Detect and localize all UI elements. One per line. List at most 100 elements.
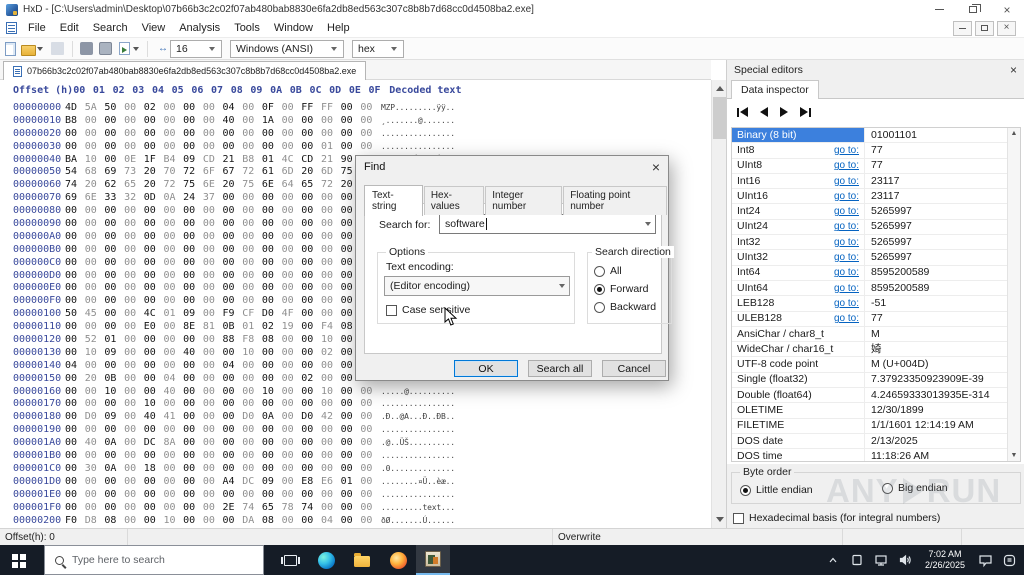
hex-byte[interactable]: 00 (203, 334, 223, 347)
hex-byte[interactable]: 00 (65, 334, 85, 347)
hex-byte[interactable]: 00 (124, 476, 144, 489)
hex-byte[interactable]: 21 (321, 154, 341, 167)
edge-button[interactable] (308, 545, 344, 575)
hex-byte[interactable]: 00 (262, 257, 282, 270)
hex-byte[interactable]: 00 (321, 244, 341, 257)
hex-byte[interactable]: 00 (144, 141, 164, 154)
hex-byte[interactable]: FF (321, 102, 341, 115)
hex-vertical-scrollbar[interactable] (711, 80, 726, 528)
hex-byte[interactable]: 20 (223, 179, 243, 192)
hex-byte[interactable]: 00 (85, 128, 105, 141)
hex-byte[interactable]: 00 (163, 360, 183, 373)
hex-byte[interactable]: 10 (85, 347, 105, 360)
hex-byte[interactable]: 00 (262, 205, 282, 218)
hex-byte[interactable]: 00 (85, 476, 105, 489)
hex-byte[interactable]: 00 (242, 398, 262, 411)
inspector-type-cell[interactable]: OLETIME (732, 403, 865, 417)
hex-byte[interactable]: 0B (104, 373, 124, 386)
find-tab-text-string[interactable]: Text-string (364, 185, 423, 216)
hex-byte[interactable]: 10 (242, 347, 262, 360)
search-all-button[interactable]: Search all (528, 360, 592, 377)
hex-byte[interactable]: 00 (341, 102, 361, 115)
hex-byte[interactable]: 64 (282, 179, 302, 192)
close-button[interactable]: × (990, 0, 1024, 19)
hex-byte[interactable]: 00 (183, 489, 203, 502)
tool-icon-2[interactable] (99, 42, 112, 55)
hex-byte[interactable]: 00 (203, 386, 223, 399)
hex-byte[interactable]: 00 (144, 334, 164, 347)
inspector-value[interactable]: 2/13/2025 (865, 434, 918, 448)
hex-byte[interactable]: 0F (262, 102, 282, 115)
hex-byte[interactable]: 00 (124, 295, 144, 308)
hex-byte[interactable]: 00 (104, 282, 124, 295)
hex-byte[interactable]: 00 (124, 282, 144, 295)
hex-byte[interactable]: 00 (65, 502, 85, 515)
hex-byte[interactable]: 41 (163, 411, 183, 424)
direction-forward-radio[interactable] (594, 284, 605, 295)
tray-device-icon[interactable] (846, 545, 868, 575)
hex-byte[interactable]: 00 (223, 128, 243, 141)
inspector-value[interactable]: 77 (865, 143, 883, 157)
hex-byte[interactable]: 00 (341, 411, 361, 424)
hex-byte[interactable]: 00 (360, 128, 380, 141)
hex-byte[interactable]: 00 (321, 128, 341, 141)
hex-byte[interactable]: 00 (203, 282, 223, 295)
inspector-value[interactable]: M (865, 327, 880, 341)
inspector-goto-link[interactable]: go to: (834, 189, 859, 203)
hex-decoded-text[interactable]: ðØ.......Ú...... (380, 515, 455, 528)
hex-byte[interactable]: D0 (242, 411, 262, 424)
hex-byte[interactable]: 00 (301, 463, 321, 476)
hex-byte[interactable]: 00 (223, 450, 243, 463)
hex-byte[interactable]: 00 (203, 489, 223, 502)
hex-byte[interactable]: 65 (262, 502, 282, 515)
hex-byte[interactable]: 37 (203, 192, 223, 205)
hex-byte[interactable]: 00 (223, 347, 243, 360)
hex-byte[interactable]: 00 (124, 231, 144, 244)
hex-byte[interactable]: 00 (203, 437, 223, 450)
hex-byte[interactable]: 00 (183, 360, 203, 373)
hex-byte[interactable]: 00 (301, 205, 321, 218)
scroll-up-icon[interactable]: ▲ (1008, 130, 1020, 137)
hex-byte[interactable]: 00 (124, 502, 144, 515)
hex-byte[interactable]: 00 (242, 231, 262, 244)
hex-byte[interactable]: 00 (242, 192, 262, 205)
hex-byte[interactable]: 00 (321, 424, 341, 437)
hxd-taskbar-button[interactable] (416, 545, 450, 575)
hex-byte[interactable]: 00 (360, 115, 380, 128)
inspector-value[interactable]: 5265997 (865, 250, 912, 264)
text-encoding-select[interactable]: (Editor encoding) (384, 276, 570, 296)
hex-byte[interactable]: 00 (65, 437, 85, 450)
hex-byte[interactable]: 00 (183, 463, 203, 476)
hex-byte[interactable]: F4 (321, 321, 341, 334)
inspector-type-cell[interactable]: UInt64go to: (732, 281, 865, 295)
hex-byte[interactable]: 00 (301, 244, 321, 257)
hex-byte[interactable]: 00 (242, 450, 262, 463)
hex-byte[interactable]: 20 (301, 166, 321, 179)
hex-byte[interactable]: 00 (85, 398, 105, 411)
ok-button[interactable]: OK (454, 360, 518, 377)
hex-byte[interactable]: 00 (262, 373, 282, 386)
hex-byte[interactable]: 00 (360, 489, 380, 502)
hex-byte[interactable]: 00 (321, 398, 341, 411)
hex-byte[interactable]: 00 (85, 489, 105, 502)
hex-byte[interactable]: 00 (124, 411, 144, 424)
hex-byte[interactable]: 00 (163, 463, 183, 476)
hex-byte[interactable]: 40 (163, 386, 183, 399)
hex-byte[interactable]: 00 (223, 373, 243, 386)
hex-byte[interactable]: 00 (144, 115, 164, 128)
hex-byte[interactable]: 08 (104, 515, 124, 528)
hex-byte[interactable]: 00 (282, 218, 302, 231)
hex-byte[interactable]: 00 (301, 386, 321, 399)
hex-byte[interactable]: 09 (104, 347, 124, 360)
hex-byte[interactable]: 09 (104, 411, 124, 424)
hex-byte[interactable]: 00 (262, 244, 282, 257)
hex-byte[interactable]: 6F (203, 166, 223, 179)
hex-byte[interactable]: 00 (124, 347, 144, 360)
hex-byte[interactable]: 00 (341, 450, 361, 463)
inspector-value[interactable]: 23117 (865, 189, 899, 203)
hex-byte[interactable]: 00 (65, 463, 85, 476)
hex-byte[interactable]: 00 (144, 257, 164, 270)
hex-byte[interactable]: 1A (262, 115, 282, 128)
hex-byte[interactable]: 00 (124, 205, 144, 218)
hex-byte[interactable]: 00 (203, 115, 223, 128)
